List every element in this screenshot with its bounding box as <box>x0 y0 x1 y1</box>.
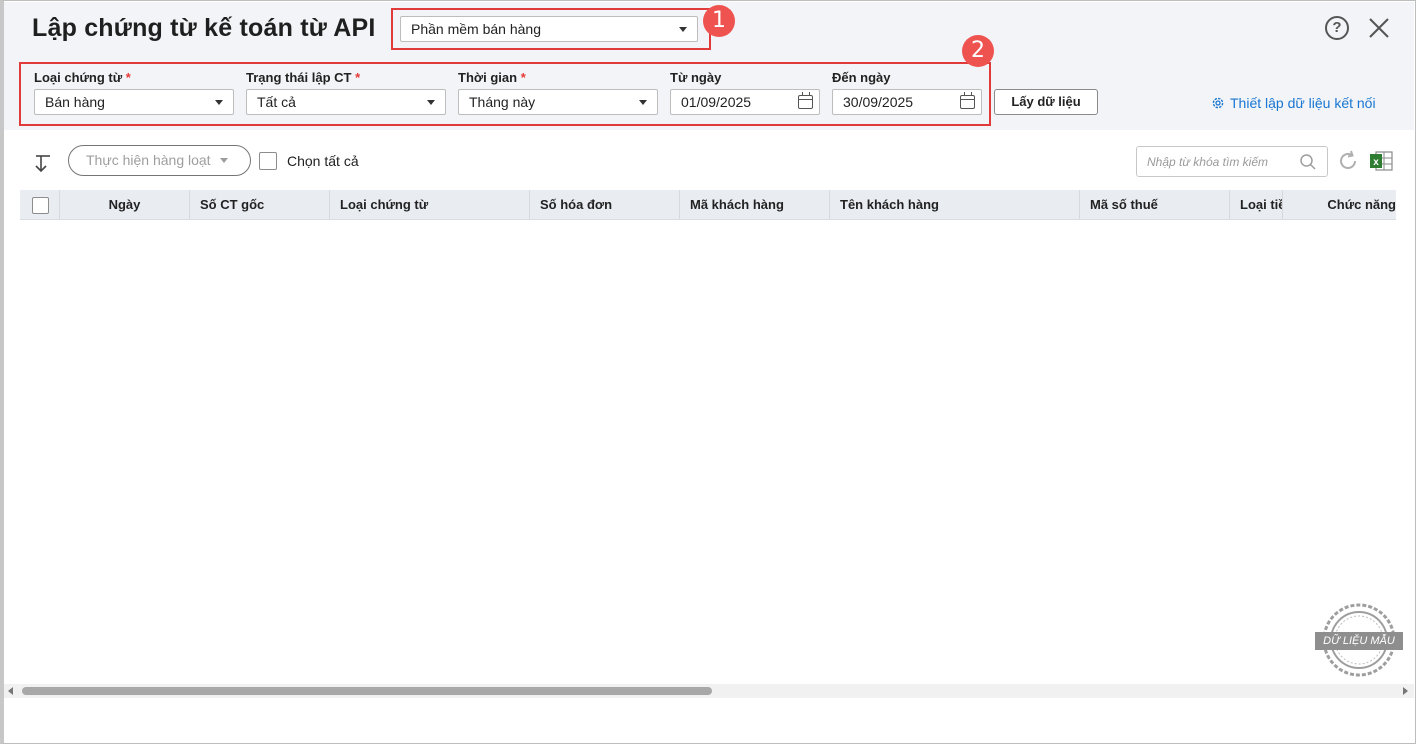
close-icon[interactable] <box>1366 14 1392 42</box>
sample-data-stamp: DỮ LIỆU MẪU <box>1313 602 1405 678</box>
filter-bar: Loại chứng từ * Bán hàng Trạng thái lập … <box>4 54 1414 130</box>
source-software-value: Phần mềm bán hàng <box>411 21 541 37</box>
status-label-text: Trạng thái lập CT <box>246 70 352 85</box>
source-software-select[interactable]: Phần mềm bán hàng <box>400 16 698 42</box>
chevron-down-icon <box>427 100 435 105</box>
chevron-down-icon <box>220 158 228 163</box>
to-date-value: 30/09/2025 <box>843 94 914 110</box>
from-date-label: Từ ngày <box>670 70 722 85</box>
column-header-currency-type[interactable]: Loại tiề <box>1230 190 1283 219</box>
setup-link-text: Thiết lập dữ liệu kết nối <box>1230 95 1376 111</box>
table-body <box>20 220 1396 682</box>
required-mark: * <box>355 70 361 85</box>
to-date-input[interactable]: 30/09/2025 <box>832 89 982 115</box>
voucher-type-select[interactable]: Bán hàng <box>34 89 234 115</box>
voucher-type-label: Loại chứng từ * <box>34 70 131 85</box>
help-icon[interactable]: ? <box>1325 16 1349 40</box>
from-date-input[interactable]: 01/09/2025 <box>670 89 820 115</box>
required-mark: * <box>520 70 526 85</box>
svg-text:x: x <box>1373 157 1379 168</box>
column-header-date[interactable]: Ngày <box>60 190 190 219</box>
from-date-value: 01/09/2025 <box>681 94 752 110</box>
period-select[interactable]: Tháng này <box>458 89 658 115</box>
status-value: Tất cả <box>257 94 296 110</box>
select-all-rows-checkbox[interactable] <box>32 197 49 214</box>
status-label: Trạng thái lập CT * <box>246 70 360 85</box>
search-input[interactable] <box>1137 147 1297 176</box>
scroll-right-arrow-icon[interactable] <box>1403 687 1408 695</box>
dialog-header: Lập chứng từ kế toán từ API Phần mềm bán… <box>4 2 1414 54</box>
horizontal-scrollbar[interactable] <box>4 684 1414 698</box>
required-mark: * <box>125 70 131 85</box>
column-header-invoice-no[interactable]: Số hóa đơn <box>530 190 680 219</box>
header-checkbox-cell <box>20 190 60 219</box>
table-header: Ngày Số CT gốc Loại chứng từ Số hóa đơn … <box>20 190 1396 220</box>
dialog-title: Lập chứng từ kế toán từ API <box>32 14 376 42</box>
excel-export-icon[interactable]: x <box>1368 149 1394 173</box>
column-header-customer-name[interactable]: Tên khách hàng <box>830 190 1080 219</box>
scrollbar-thumb[interactable] <box>22 687 712 695</box>
sort-arrow-icon[interactable] <box>33 152 53 174</box>
sample-data-label: DỮ LIỆU MẪU <box>1315 632 1403 650</box>
get-data-button[interactable]: Lấy dữ liệu <box>994 89 1098 115</box>
chevron-down-icon <box>679 27 687 32</box>
annotation-box-1: Phần mềm bán hàng <box>391 8 711 50</box>
batch-action-label: Thực hiện hàng loạt <box>86 152 211 168</box>
column-header-customer-code[interactable]: Mã khách hàng <box>680 190 830 219</box>
column-header-actions: Chức năng <box>1282 190 1396 219</box>
setup-connection-link[interactable]: Thiết lập dữ liệu kết nối <box>1211 95 1376 111</box>
gear-icon <box>1212 97 1224 109</box>
period-value: Tháng này <box>469 94 536 110</box>
search-icon[interactable] <box>1299 153 1317 171</box>
voucher-type-label-text: Loại chứng từ <box>34 70 123 85</box>
batch-action-button[interactable]: Thực hiện hàng loạt <box>68 145 251 176</box>
calendar-icon[interactable] <box>798 92 813 109</box>
voucher-type-value: Bán hàng <box>45 94 105 110</box>
chevron-down-icon <box>215 100 223 105</box>
status-select[interactable]: Tất cả <box>246 89 446 115</box>
search-box <box>1136 146 1328 177</box>
column-header-original-voucher-no[interactable]: Số CT gốc <box>190 190 330 219</box>
column-header-tax-code[interactable]: Mã số thuế <box>1080 190 1230 219</box>
refresh-icon[interactable] <box>1336 149 1360 173</box>
annotation-badge-1: 1 <box>703 5 735 37</box>
period-label-text: Thời gian <box>458 70 518 85</box>
select-all-checkbox[interactable] <box>259 152 277 170</box>
scroll-left-arrow-icon[interactable] <box>8 687 13 695</box>
annotation-badge-2: 2 <box>962 35 994 67</box>
to-date-label: Đến ngày <box>832 70 891 85</box>
column-header-voucher-type[interactable]: Loại chứng từ <box>330 190 530 219</box>
calendar-icon[interactable] <box>960 92 975 109</box>
chevron-down-icon <box>639 100 647 105</box>
select-all-label: Chọn tất cả <box>287 153 359 169</box>
period-label: Thời gian * <box>458 70 526 85</box>
